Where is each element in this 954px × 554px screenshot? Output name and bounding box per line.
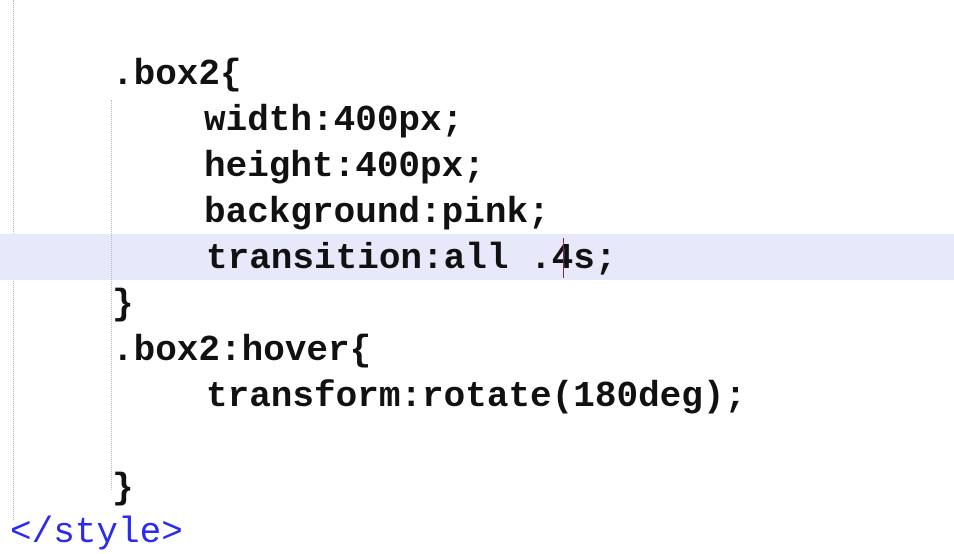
- text-caret: [563, 238, 564, 278]
- code-line-width[interactable]: width:400px;: [204, 98, 463, 144]
- code-line-height[interactable]: height:400px;: [204, 144, 485, 190]
- code-line-close-brace-hover[interactable]: }: [112, 466, 134, 512]
- code-line-selector-box2[interactable]: .box2{: [112, 52, 242, 98]
- code-line-transition[interactable]: transition:all .4s;: [206, 236, 616, 282]
- code-line-selector-box2-hover[interactable]: .box2:hover{: [112, 328, 371, 374]
- code-line-transform[interactable]: transform:rotate(180deg);: [206, 374, 746, 420]
- code-line-background[interactable]: background:pink;: [204, 190, 550, 236]
- code-editor[interactable]: .box2{ width:400px; height:400px; backgr…: [0, 0, 954, 554]
- code-line-close-brace[interactable]: }: [112, 282, 134, 328]
- code-line-style-close-tag[interactable]: </style>: [10, 510, 183, 554]
